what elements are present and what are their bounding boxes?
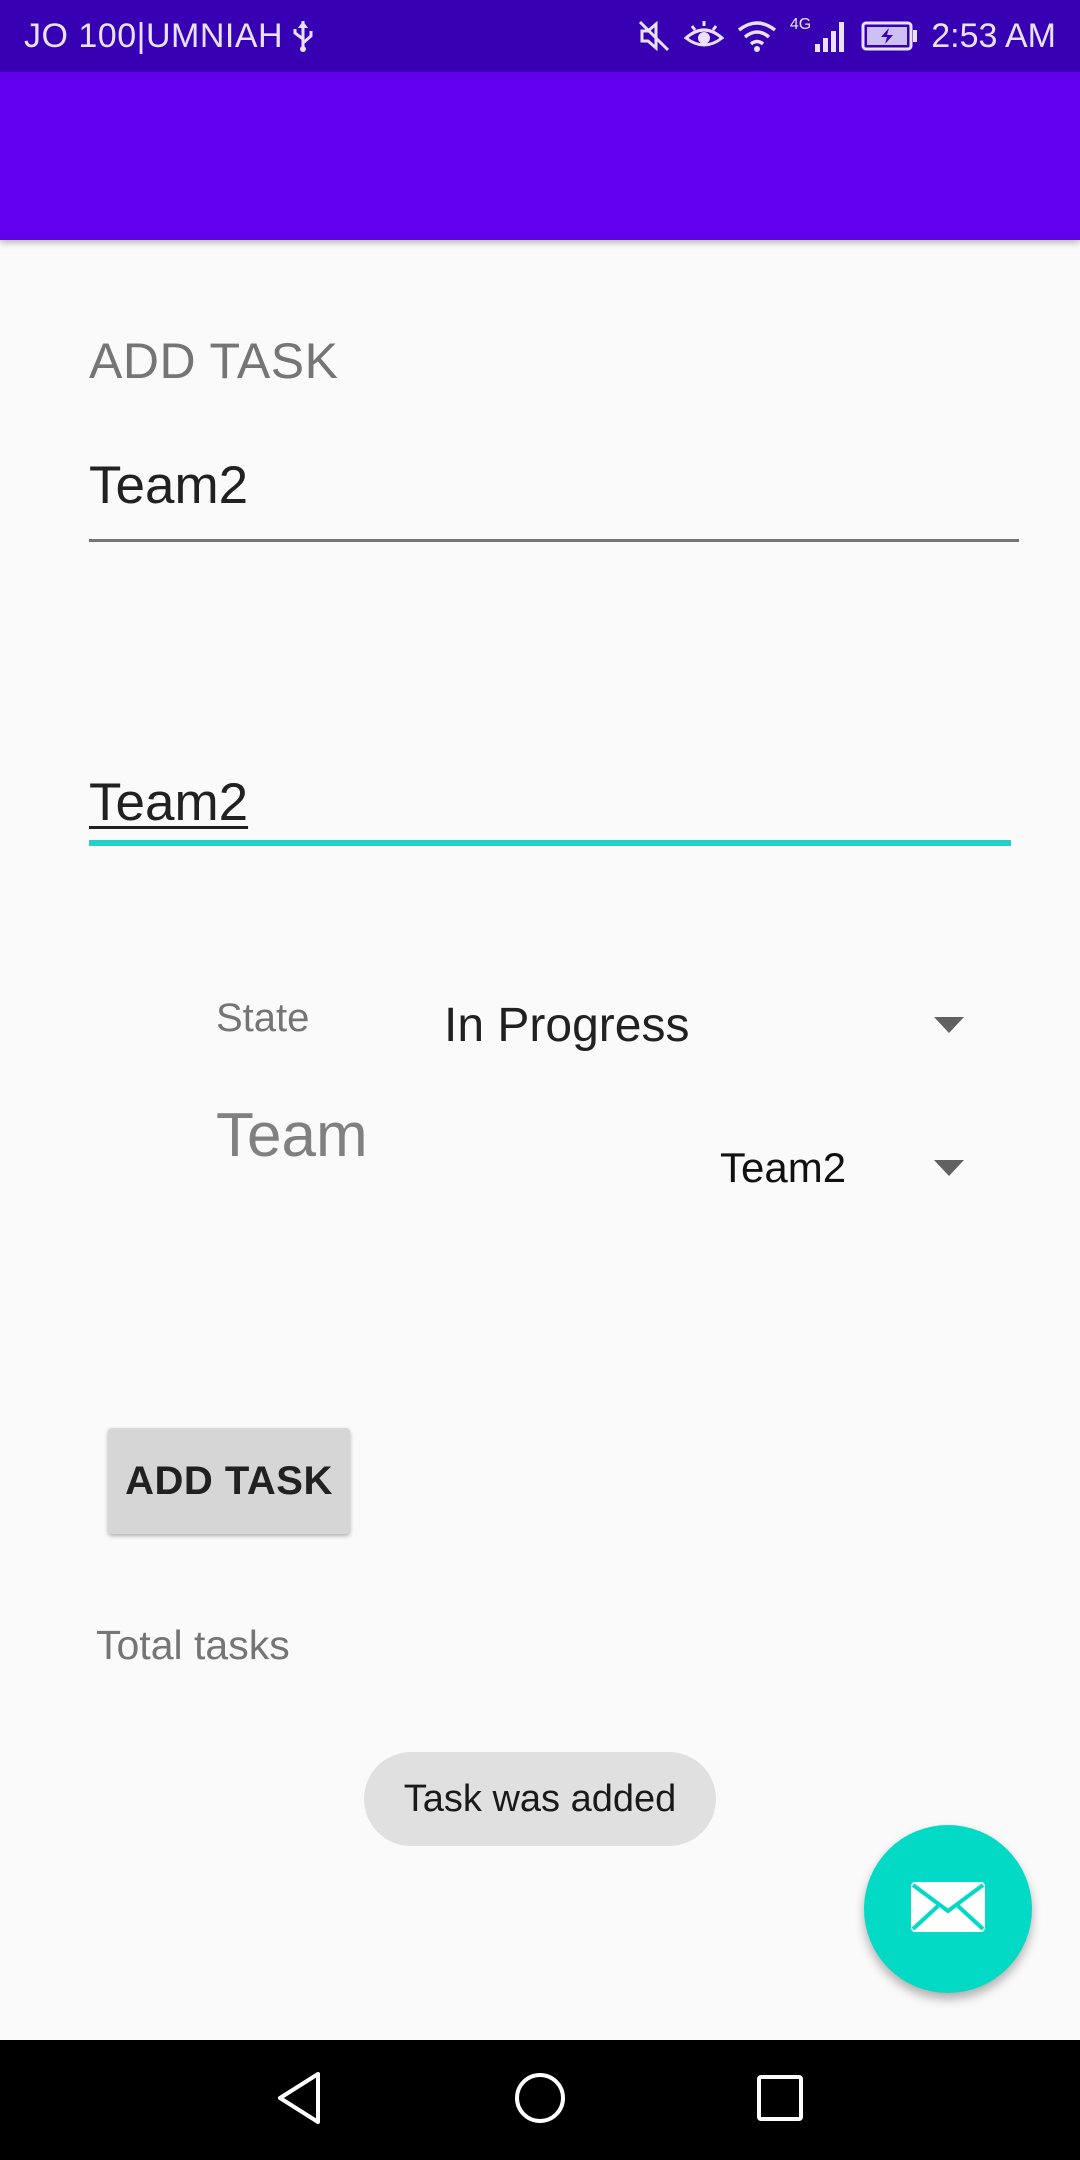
- state-label: State: [216, 996, 310, 1040]
- team-label: Team: [216, 1101, 368, 1170]
- task-title-field[interactable]: Team2: [89, 455, 1019, 542]
- carrier-name: JO 100|UMNIAH: [24, 16, 284, 55]
- team-spinner[interactable]: Team2: [720, 1138, 964, 1198]
- task-description-underline: [89, 840, 1011, 846]
- signal-icon: [813, 18, 849, 54]
- dropdown-arrow-icon: [934, 1017, 964, 1033]
- page-title: ADD TASK: [89, 333, 339, 389]
- clock: 2:53 AM: [931, 16, 1056, 55]
- app-bar: [0, 72, 1080, 240]
- back-button[interactable]: [240, 2040, 360, 2160]
- state-spinner-value: In Progress: [444, 998, 690, 1052]
- task-description-value[interactable]: Team2: [89, 772, 1011, 833]
- task-title-underline: [89, 539, 1019, 542]
- task-title-value[interactable]: Team2: [89, 455, 1019, 516]
- task-description-field[interactable]: Team2: [89, 772, 1011, 846]
- mute-icon: [636, 18, 672, 54]
- usb-icon: [291, 19, 315, 53]
- mail-fab-button[interactable]: [864, 1825, 1032, 1993]
- recents-button[interactable]: [720, 2040, 840, 2160]
- team-spinner-value: Team2: [720, 1144, 847, 1191]
- back-icon: [274, 2070, 326, 2131]
- eye-comfort-icon: [683, 18, 724, 54]
- navigation-bar: [0, 2040, 1080, 2160]
- network-type-label: 4G: [789, 16, 812, 33]
- battery-charging-icon: [861, 21, 919, 51]
- home-button[interactable]: [480, 2040, 600, 2160]
- total-tasks-label: Total tasks: [96, 1622, 290, 1668]
- status-bar: JO 100|UMNIAH 4G 2:53 AM: [0, 0, 1080, 72]
- add-task-button[interactable]: ADD TASK: [108, 1428, 350, 1534]
- home-icon: [512, 2070, 568, 2131]
- wifi-icon: [736, 18, 778, 54]
- status-left: JO 100|UMNIAH: [24, 0, 315, 72]
- dropdown-arrow-icon: [934, 1160, 964, 1176]
- status-right: 4G 2:53 AM: [636, 0, 1056, 72]
- recents-icon: [754, 2072, 806, 2129]
- mail-icon: [908, 1879, 988, 1940]
- toast-message: Task was added: [364, 1752, 716, 1846]
- state-spinner[interactable]: In Progress: [444, 995, 964, 1055]
